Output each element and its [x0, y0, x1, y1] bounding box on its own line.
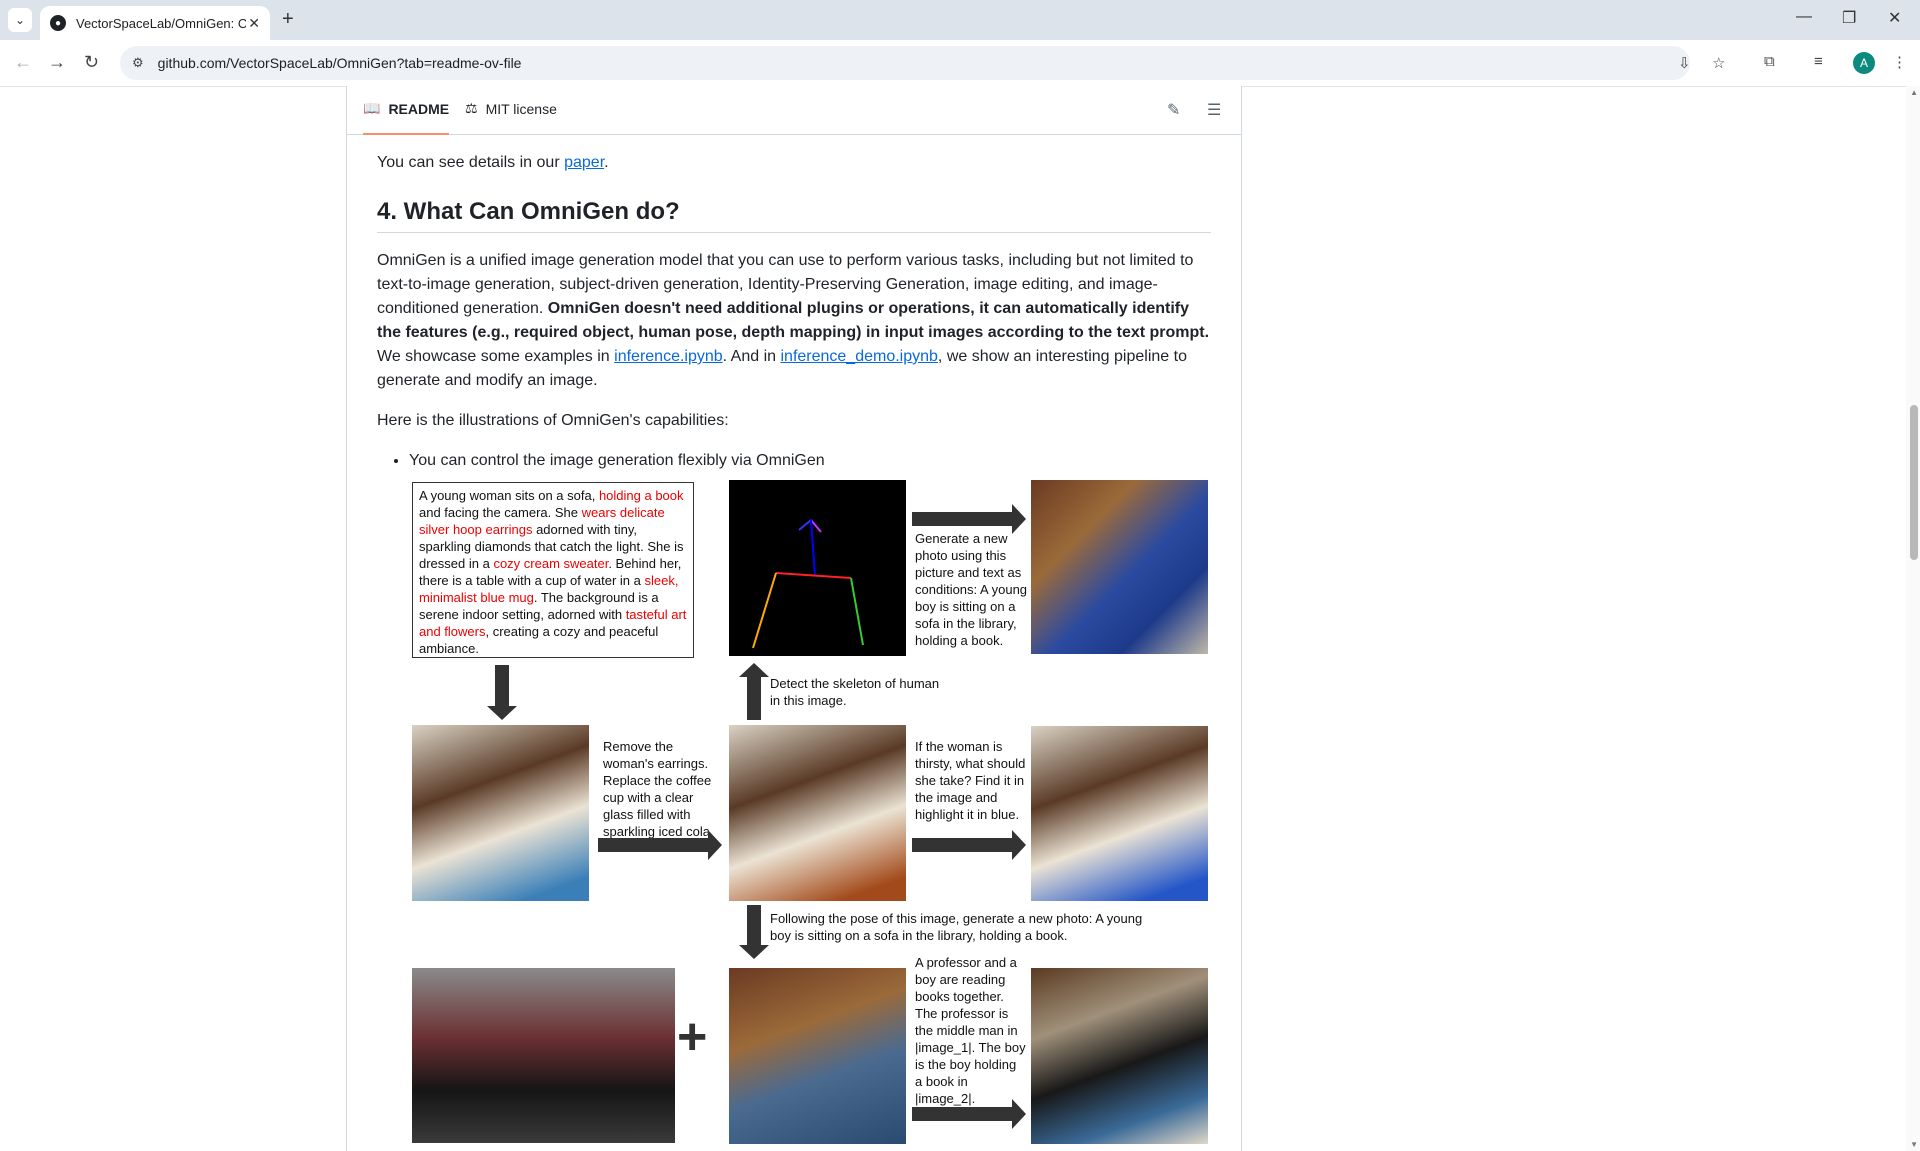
boy-library-photo	[1031, 480, 1208, 654]
arrow-down-icon	[739, 905, 769, 959]
tab-license-label: MIT license	[485, 100, 557, 117]
reload-icon[interactable]: ↻	[84, 52, 99, 73]
capabilities-figure: A young woman sits on a sofa, holding a …	[412, 479, 1208, 1145]
desc-text-b: We showcase some examples in	[377, 348, 615, 365]
inference-link[interactable]: inference.ipynb	[614, 348, 723, 365]
woman-edited-photo	[729, 725, 906, 901]
tab-list-icon[interactable]: ⌄	[8, 8, 32, 32]
browser-tabbar: ⌄ ● VectorSpaceLab/OmniGen: Om ✕ + — ❐ ✕	[0, 0, 1920, 40]
professor-text: A professor and a boy are reading books …	[915, 955, 1026, 1106]
description-paragraph: OmniGen is a unified image generation mo…	[377, 249, 1211, 393]
intro-paragraph: You can see details in our paper.	[377, 154, 609, 171]
new-tab-icon[interactable]: +	[282, 8, 294, 31]
generate-text: Generate a new photo using this picture …	[915, 531, 1028, 648]
arrow-right-icon	[598, 830, 722, 860]
three-men-photo	[412, 968, 675, 1143]
professor-boy-photo	[1031, 968, 1208, 1144]
media-icon[interactable]: ≡	[1814, 53, 1823, 70]
woman-highlight-photo	[1031, 726, 1208, 901]
browser-toolbar: ← → ↻ ⚙ github.com/VectorSpaceLab/OmniGe…	[0, 40, 1920, 87]
close-window-icon[interactable]: ✕	[1888, 8, 1901, 28]
arrow-up-icon	[739, 663, 769, 720]
remove-text: Remove the woman's earrings. Replace the…	[603, 739, 714, 839]
capabilities-paragraph: Here is the illustrations of OmniGen's c…	[377, 412, 729, 429]
scroll-down-icon[interactable]: ▼	[1910, 1140, 1918, 1149]
inference-demo-link[interactable]: inference_demo.ipynb	[780, 348, 937, 365]
desc-text-c: . And in	[722, 348, 781, 365]
profile-avatar[interactable]: A	[1853, 52, 1875, 74]
browser-tab[interactable]: ● VectorSpaceLab/OmniGen: Om ✕	[40, 6, 270, 40]
restore-icon[interactable]: ❐	[1842, 8, 1856, 28]
section-heading: 4. What Can OmniGen do?	[377, 200, 1211, 233]
plus-icon: +	[677, 1008, 708, 1066]
prompt-box: A young woman sits on a sofa, holding a …	[412, 482, 694, 658]
site-info-icon[interactable]: ⚙	[132, 55, 144, 71]
page-scrollbar[interactable]: ▲ ▼	[1906, 86, 1920, 1151]
install-icon[interactable]: ⇩	[1678, 54, 1691, 72]
extensions-icon[interactable]: ⧉	[1764, 53, 1775, 70]
arrow-down-icon	[487, 665, 517, 720]
tab-readme[interactable]: 📖 README	[363, 100, 450, 135]
edit-pencil-icon[interactable]: ✎	[1167, 100, 1180, 120]
github-icon: ●	[50, 15, 66, 31]
list-item: You can control the image generation fle…	[409, 449, 1211, 473]
skeleton-image	[729, 480, 906, 656]
woman-original-photo	[412, 725, 589, 901]
intro-text: You can see details in our	[377, 154, 565, 171]
book-icon: 📖	[363, 100, 381, 116]
skeleton-text: Detect the skeleton of human in this ima…	[770, 676, 940, 708]
paper-link[interactable]: paper	[564, 154, 604, 171]
readme-header: 📖 README ⚖ MIT license ✎ ☰	[347, 86, 1241, 135]
bookmark-star-icon[interactable]: ☆	[1712, 54, 1725, 72]
pose-text: Following the pose of this image, genera…	[770, 911, 1143, 943]
scale-icon: ⚖	[465, 100, 478, 116]
url-text[interactable]: github.com/VectorSpaceLab/OmniGen?tab=re…	[158, 55, 522, 71]
thirsty-text: If the woman is thirsty, what should she…	[915, 739, 1026, 822]
arrow-right-icon	[912, 830, 1026, 860]
forward-icon[interactable]: →	[48, 52, 66, 73]
back-icon[interactable]: ←	[14, 52, 32, 73]
arrow-right-icon	[912, 1099, 1026, 1129]
tab-title: VectorSpaceLab/OmniGen: Om	[76, 15, 246, 31]
tab-license[interactable]: ⚖ MIT license	[465, 100, 557, 117]
arrow-right-icon	[912, 504, 1026, 534]
address-bar[interactable]: ⚙ github.com/VectorSpaceLab/OmniGen?tab=…	[120, 46, 1725, 80]
tab-readme-label: README	[388, 100, 450, 117]
minimize-icon[interactable]: —	[1796, 8, 1812, 26]
menu-icon[interactable]: ⋮	[1892, 53, 1907, 71]
scroll-thumb[interactable]	[1910, 405, 1918, 560]
prompt-text: A young woman sits on a sofa, holding a …	[419, 488, 687, 656]
readme-content: You can see details in our paper. 4. Wha…	[377, 134, 1211, 473]
close-tab-icon[interactable]: ✕	[248, 15, 260, 32]
scroll-up-icon[interactable]: ▲	[1910, 88, 1918, 97]
outline-list-icon[interactable]: ☰	[1207, 100, 1221, 120]
capabilities-list: You can control the image generation fle…	[377, 449, 1211, 473]
boy-pose-photo	[729, 968, 906, 1144]
